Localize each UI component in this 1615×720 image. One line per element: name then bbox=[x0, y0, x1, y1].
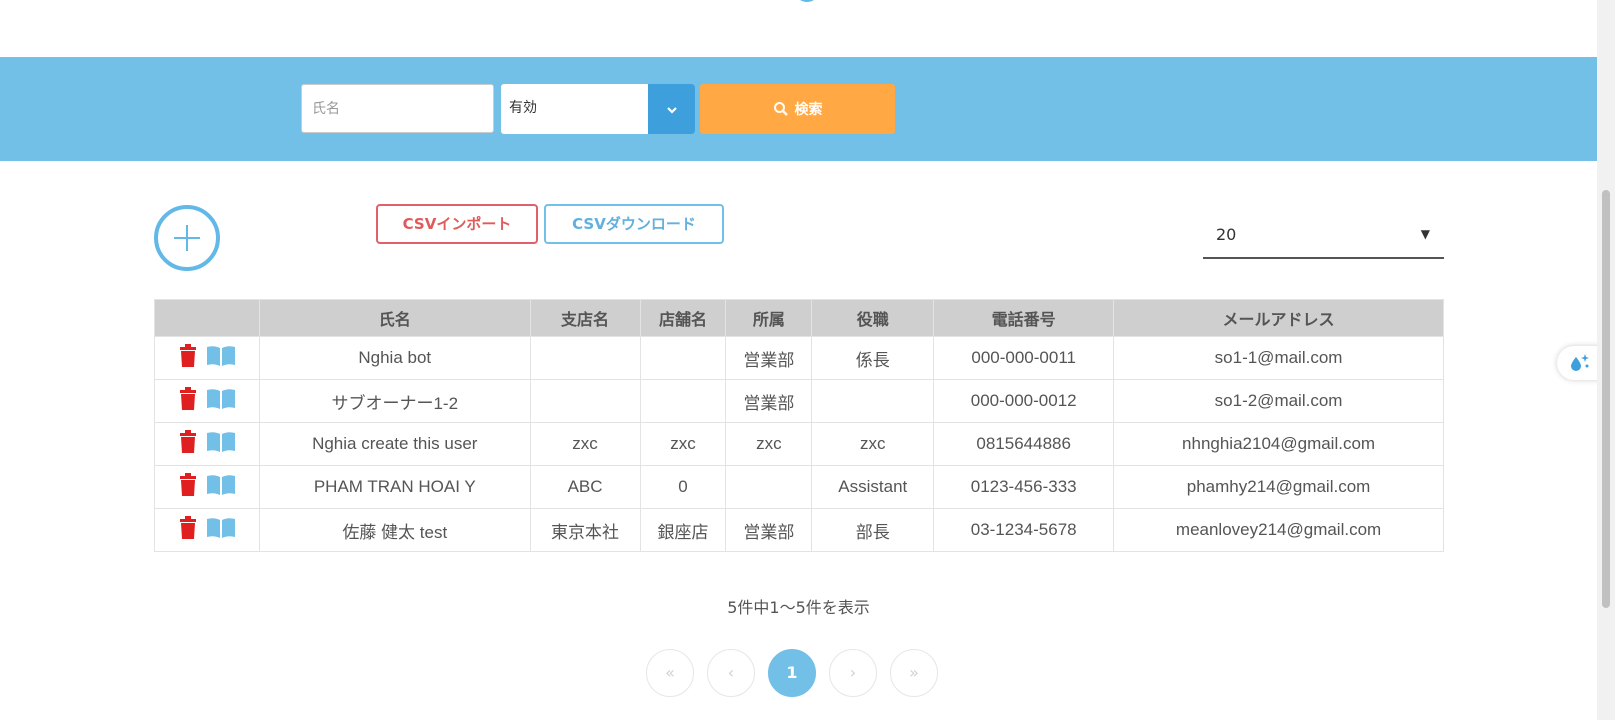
trash-icon[interactable] bbox=[178, 472, 198, 502]
cell-branch bbox=[529, 336, 641, 380]
row-actions bbox=[154, 336, 260, 380]
header-phone: 電話番号 bbox=[933, 299, 1115, 337]
header-actions bbox=[154, 299, 260, 337]
table-header-row: 氏名 支店名 店舗名 所属 役職 電話番号 メールアドレス bbox=[154, 299, 1444, 337]
header-store: 店舗名 bbox=[639, 299, 727, 337]
cell-phone: 0815644886 bbox=[933, 422, 1115, 466]
cell-department: 営業部 bbox=[725, 379, 813, 423]
search-button[interactable]: 検索 bbox=[700, 84, 895, 134]
csv-download-button[interactable]: CSVダウンロード bbox=[544, 204, 724, 244]
scrollbar-thumb[interactable] bbox=[1602, 190, 1610, 608]
cell-branch: ABC bbox=[529, 465, 641, 509]
trash-icon[interactable] bbox=[178, 429, 198, 459]
cell-branch: 東京本社 bbox=[529, 508, 641, 552]
cell-department: 営業部 bbox=[725, 336, 813, 380]
cell-name: 佐藤 健太 test bbox=[258, 508, 531, 552]
sparkle-drop-icon bbox=[1571, 354, 1589, 371]
cell-email: phamhy214@gmail.com bbox=[1113, 465, 1444, 509]
status-select-value: 有効 bbox=[509, 100, 537, 116]
cell-position: 部長 bbox=[811, 508, 935, 552]
cell-store bbox=[639, 336, 727, 380]
search-icon bbox=[773, 102, 788, 116]
cell-store: zxc bbox=[639, 422, 727, 466]
cell-email: so1-2@mail.com bbox=[1113, 379, 1444, 423]
row-actions bbox=[154, 465, 260, 509]
trash-icon[interactable] bbox=[178, 515, 198, 545]
cell-phone: 000-000-0011 bbox=[933, 336, 1115, 380]
page-size-select[interactable]: 20 ▼ bbox=[1203, 215, 1444, 259]
page-title-partial bbox=[0, 0, 1597, 4]
book-icon[interactable] bbox=[206, 474, 236, 501]
cell-phone: 000-000-0012 bbox=[933, 379, 1115, 423]
floating-assistant-widget[interactable] bbox=[1557, 346, 1601, 380]
search-button-label: 検索 bbox=[794, 102, 823, 118]
header-department: 所属 bbox=[725, 299, 813, 337]
page-size-value: 20 bbox=[1216, 225, 1237, 244]
cell-branch: zxc bbox=[529, 422, 641, 466]
cell-name: PHAM TRAN HOAI Y bbox=[258, 465, 531, 509]
cell-position: Assistant bbox=[811, 465, 935, 509]
cell-email: meanlovey214@gmail.com bbox=[1113, 508, 1444, 552]
prev-page-button[interactable]: ‹ bbox=[707, 649, 755, 697]
cell-position bbox=[811, 379, 935, 423]
cell-phone: 03-1234-5678 bbox=[933, 508, 1115, 552]
row-actions bbox=[154, 422, 260, 466]
cell-store bbox=[639, 379, 727, 423]
add-user-button[interactable] bbox=[154, 205, 220, 271]
cell-department: zxc bbox=[725, 422, 813, 466]
cell-branch bbox=[529, 379, 641, 423]
vertical-scrollbar[interactable] bbox=[1597, 0, 1615, 720]
page-1-button[interactable]: 1 bbox=[768, 649, 816, 697]
cell-department: 営業部 bbox=[725, 508, 813, 552]
book-icon[interactable] bbox=[206, 345, 236, 372]
cell-department bbox=[725, 465, 813, 509]
last-page-button[interactable]: » bbox=[890, 649, 938, 697]
cell-position: zxc bbox=[811, 422, 935, 466]
book-icon[interactable] bbox=[206, 431, 236, 458]
help-icon[interactable] bbox=[793, 0, 820, 2]
table-row: 佐藤 健太 test 東京本社 銀座店 営業部 部長 03-1234-5678 meanlo… bbox=[154, 508, 1444, 552]
cell-store: 銀座店 bbox=[639, 508, 727, 552]
next-page-button[interactable]: › bbox=[829, 649, 877, 697]
status-select[interactable]: 有効 bbox=[501, 84, 695, 134]
page-header bbox=[0, 0, 1597, 57]
caret-down-icon: ▼ bbox=[1420, 227, 1430, 241]
cell-store: 0 bbox=[639, 465, 727, 509]
trash-icon[interactable] bbox=[178, 386, 198, 416]
first-page-button[interactable]: « bbox=[646, 649, 694, 697]
name-search-input[interactable] bbox=[301, 84, 494, 133]
csv-import-button[interactable]: CSVインポート bbox=[376, 204, 538, 244]
row-actions bbox=[154, 508, 260, 552]
table-row: Nghia bot 営業部 係長 000-000-0011 so1-1@mail.com bbox=[154, 336, 1444, 380]
plus-icon bbox=[174, 225, 200, 251]
header-name: 氏名 bbox=[258, 299, 531, 337]
table-row: PHAM TRAN HOAI Y ABC 0 Assistant 0123-456-33… bbox=[154, 465, 1444, 509]
users-table: 氏名 支店名 店舗名 所属 役職 電話番号 メールアドレス Nghia bot 営… bbox=[154, 299, 1444, 552]
cell-name: Nghia bot bbox=[258, 336, 531, 380]
cell-position: 係長 bbox=[811, 336, 935, 380]
table-row: サブオーナー1-2 営業部 000-000-0012 so1-2@mail.com bbox=[154, 379, 1444, 423]
header-email: メールアドレス bbox=[1113, 299, 1444, 337]
cell-name: サブオーナー1-2 bbox=[258, 379, 531, 423]
trash-icon[interactable] bbox=[178, 343, 198, 373]
result-summary: 5件中1〜5件を表示 bbox=[727, 598, 870, 617]
cell-name: Nghia create this user bbox=[258, 422, 531, 466]
cell-email: so1-1@mail.com bbox=[1113, 336, 1444, 380]
table-row: Nghia create this user zxc zxc zxc zxc 081564… bbox=[154, 422, 1444, 466]
header-branch: 支店名 bbox=[529, 299, 641, 337]
row-actions bbox=[154, 379, 260, 423]
chevron-down-icon[interactable] bbox=[648, 84, 695, 134]
book-icon[interactable] bbox=[206, 517, 236, 544]
cell-phone: 0123-456-333 bbox=[933, 465, 1115, 509]
header-position: 役職 bbox=[811, 299, 935, 337]
cell-email: nhnghia2104@gmail.com bbox=[1113, 422, 1444, 466]
book-icon[interactable] bbox=[206, 388, 236, 415]
